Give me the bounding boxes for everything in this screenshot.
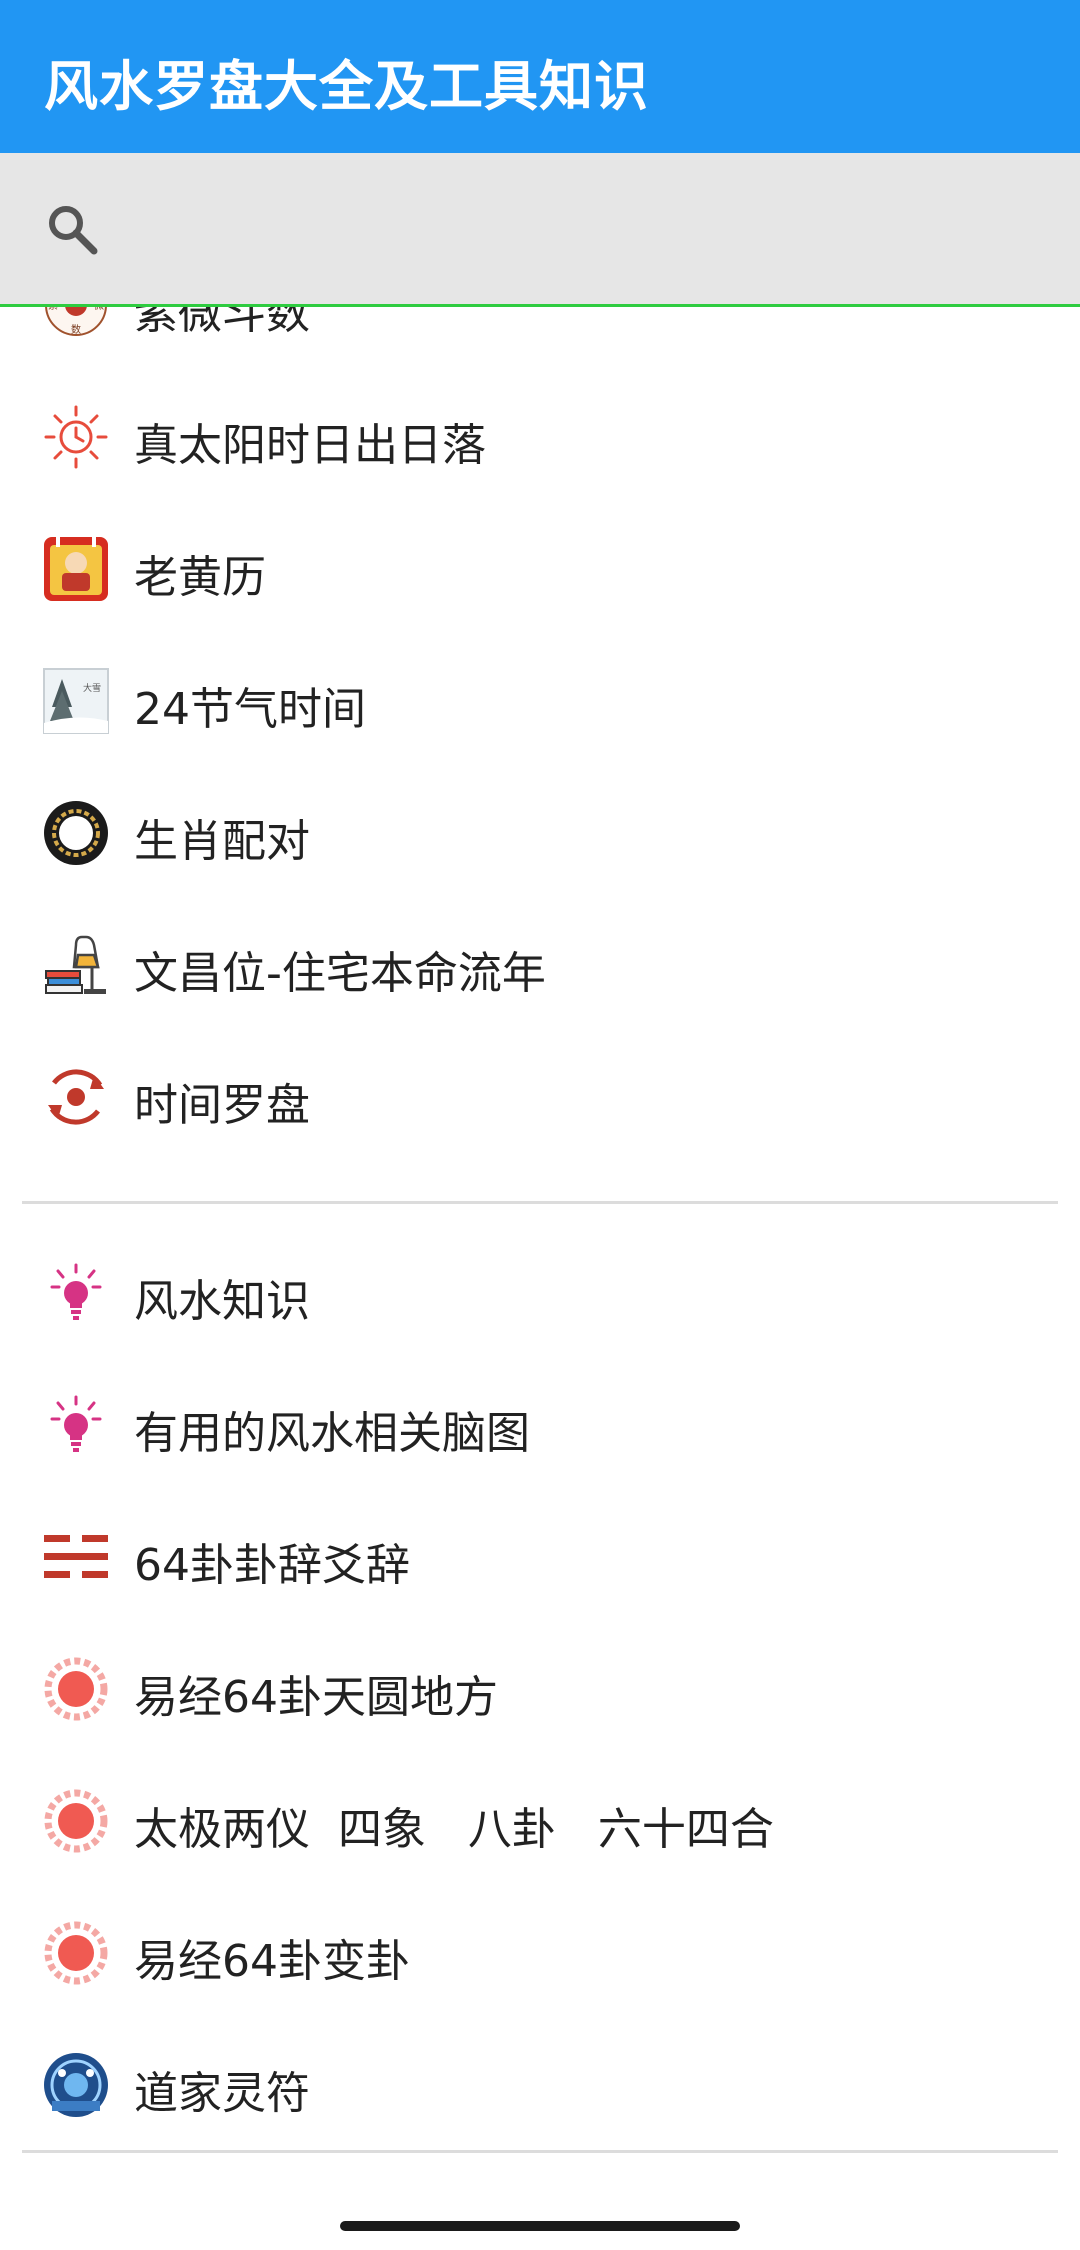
bagua-disc-icon	[44, 1921, 108, 1985]
talisman-icon	[44, 2053, 108, 2117]
menu-item-almanac[interactable]: 老黄历	[0, 503, 1080, 635]
group-divider	[22, 1201, 1058, 1204]
sun-clock-icon	[44, 405, 108, 469]
solar-term-icon: 大雪	[43, 668, 109, 734]
menu-item-label: 时间罗盘	[134, 1080, 310, 1131]
bagua-disc-icon	[44, 1657, 108, 1721]
time-compass-icon	[48, 1069, 104, 1125]
menu-item-solar-terms[interactable]: 大雪 24节气时间	[0, 635, 1080, 767]
menu-item-taoist-talisman[interactable]: 道家灵符	[0, 2019, 1080, 2151]
menu-item-label: 风水知识	[134, 1276, 310, 1327]
menu-item-label: 太极两仪 四象 八卦 六十四合	[134, 1804, 774, 1855]
zodiac-ring-icon	[44, 801, 108, 865]
menu-item-label: 老黄历	[134, 552, 266, 603]
menu-item-64-hexagram-texts[interactable]: 64卦卦辞爻辞	[0, 1491, 1080, 1623]
menu-item-fengshui-knowledge[interactable]: 风水知识	[0, 1227, 1080, 1359]
menu-item-time-compass[interactable]: 时间罗盘	[0, 1031, 1080, 1163]
lightbulb-icon	[50, 1263, 102, 1320]
almanac-icon	[44, 537, 108, 601]
menu-item-true-solar-time[interactable]: 真太阳时日出日落	[0, 371, 1080, 503]
menu-item-label: 24节气时间	[134, 684, 366, 735]
search-bar[interactable]	[0, 153, 1080, 306]
search-icon[interactable]	[44, 201, 100, 257]
menu-item-label: 64卦卦辞爻辞	[134, 1540, 410, 1591]
svg-text:数: 数	[71, 323, 81, 336]
app-bar: 风水罗盘大全及工具知识	[0, 0, 1080, 153]
menu-item-label: 文昌位-住宅本命流年	[134, 948, 546, 999]
menu-item-label: 有用的风水相关脑图	[134, 1408, 530, 1459]
menu-item-label: 易经64卦变卦	[134, 1936, 410, 1987]
menu-item-changing-hexagrams[interactable]: 易经64卦变卦	[0, 1887, 1080, 2019]
menu-item-zodiac-match[interactable]: 生肖配对	[0, 767, 1080, 899]
svg-text:紫: 紫	[48, 307, 58, 312]
lightbulb-icon	[50, 1395, 102, 1452]
svg-text:微: 微	[94, 307, 104, 312]
ziwei-seal-icon: 斗 数 紫 微	[45, 307, 107, 336]
study-lamp-icon	[45, 935, 106, 994]
menu-item-ziwei[interactable]: 斗 数 紫 微 紫微斗数	[0, 307, 1080, 371]
menu-item-label: 易经64卦天圆地方	[134, 1672, 498, 1723]
menu-item-mind-maps[interactable]: 有用的风水相关脑图	[0, 1359, 1080, 1491]
menu-item-heaven-earth[interactable]: 易经64卦天圆地方	[0, 1623, 1080, 1755]
menu-item-label: 道家灵符	[134, 2068, 310, 2119]
hexagram-icon	[44, 1535, 108, 1578]
home-indicator[interactable]	[340, 2221, 740, 2231]
menu-list: 斗 数 紫 微 紫微斗数 真太阳时日出日落	[0, 307, 1080, 2157]
menu-item-wenchang[interactable]: 文昌位-住宅本命流年	[0, 899, 1080, 1031]
bagua-disc-icon	[44, 1789, 108, 1853]
menu-item-label: 生肖配对	[134, 816, 310, 867]
group-divider	[22, 2150, 1058, 2153]
svg-text:大雪: 大雪	[83, 682, 101, 694]
app-title: 风水罗盘大全及工具知识	[44, 55, 649, 118]
menu-item-taiji[interactable]: 太极两仪 四象 八卦 六十四合	[0, 1755, 1080, 1887]
menu-item-label: 真太阳时日出日落	[134, 420, 486, 471]
menu-item-label: 紫微斗数	[134, 307, 310, 339]
